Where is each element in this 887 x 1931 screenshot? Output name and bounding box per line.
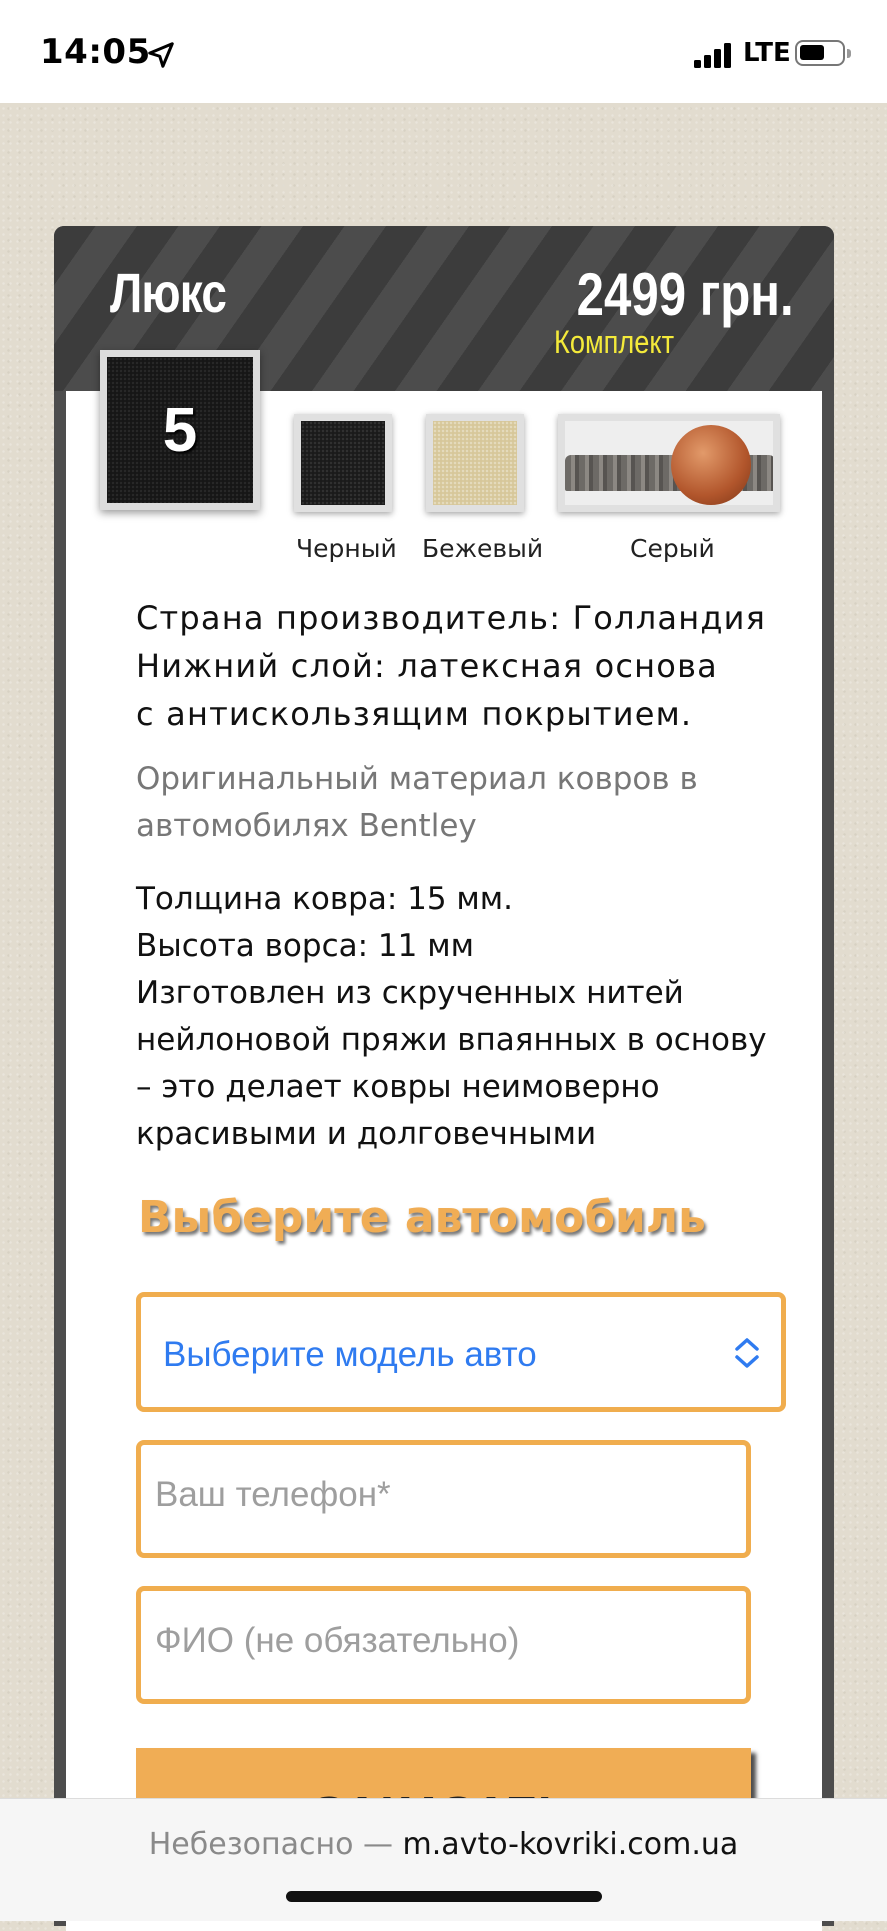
cellular-signal-icon [694,42,734,68]
details-block: Толщина ковра: 15 мм. Высота ворса: 11 м… [136,876,796,1158]
detail-line: Высота ворса: 11 мм [136,928,474,964]
price-note: Комплект [554,324,675,360]
battery-icon [795,40,851,66]
choose-car-heading: Выберите автомобиль [138,1192,706,1243]
spec-block: Страна производитель: Голландия Нижний с… [136,594,796,738]
detail-line: – это делает ковры неимоверно [136,1069,660,1105]
name-input[interactable] [155,1621,715,1661]
note-line: Оригинальный материал ковров в [136,761,698,797]
note-line: автомобилях Bentley [136,808,477,844]
spec-line: с антискользящим покрытием. [136,695,693,733]
car-model-select-value: Выберите модель авто [163,1335,537,1374]
detail-line: Изготовлен из скрученных нитей [136,975,684,1011]
detail-line: красивыми и долговечными [136,1116,597,1152]
location-arrow-icon [148,42,174,68]
status-time: 14:05 [40,32,151,72]
home-indicator[interactable] [286,1891,602,1902]
color-label-beige: Бежевый [422,534,544,563]
select-chevron-icon [735,1338,759,1368]
color-swatch-black[interactable] [294,414,392,512]
car-model-select[interactable]: Выберите модель авто [136,1292,786,1412]
network-type: LTE [743,38,791,68]
coin-image [671,425,751,505]
browser-bottom-bar: Небезопасно — m.avto-kovriki.com.ua [0,1798,887,1921]
product-price: 2499 грн. [576,261,794,328]
address-bar[interactable]: Небезопасно — m.avto-kovriki.com.ua [0,1827,887,1862]
spec-line: Страна производитель: Голландия [136,599,767,637]
color-swatch-gray[interactable] [558,414,780,512]
product-title: Люкс [110,261,227,324]
color-swatch-beige[interactable] [426,414,524,512]
url-host: m.avto-kovriki.com.ua [402,1827,739,1862]
spec-line: Нижний слой: латексная основа [136,647,718,685]
color-label-gray: Серый [630,534,715,563]
detail-line: Толщина ковра: 15 мм. [136,881,514,917]
security-warning: Небезопасно — [148,1827,393,1862]
original-material-note: Оригинальный материал ковров в автомобил… [136,756,796,850]
name-field-box [136,1586,751,1704]
color-label-black: Черный [296,534,397,563]
phone-input[interactable] [155,1475,715,1515]
status-bar: 14:05 LTE [0,0,887,103]
number-badge: 5 [100,350,260,510]
detail-line: нейлоновой пряжи впаянных в основу [136,1022,767,1058]
phone-field-box [136,1440,751,1558]
number-badge-value: 5 [162,396,198,465]
